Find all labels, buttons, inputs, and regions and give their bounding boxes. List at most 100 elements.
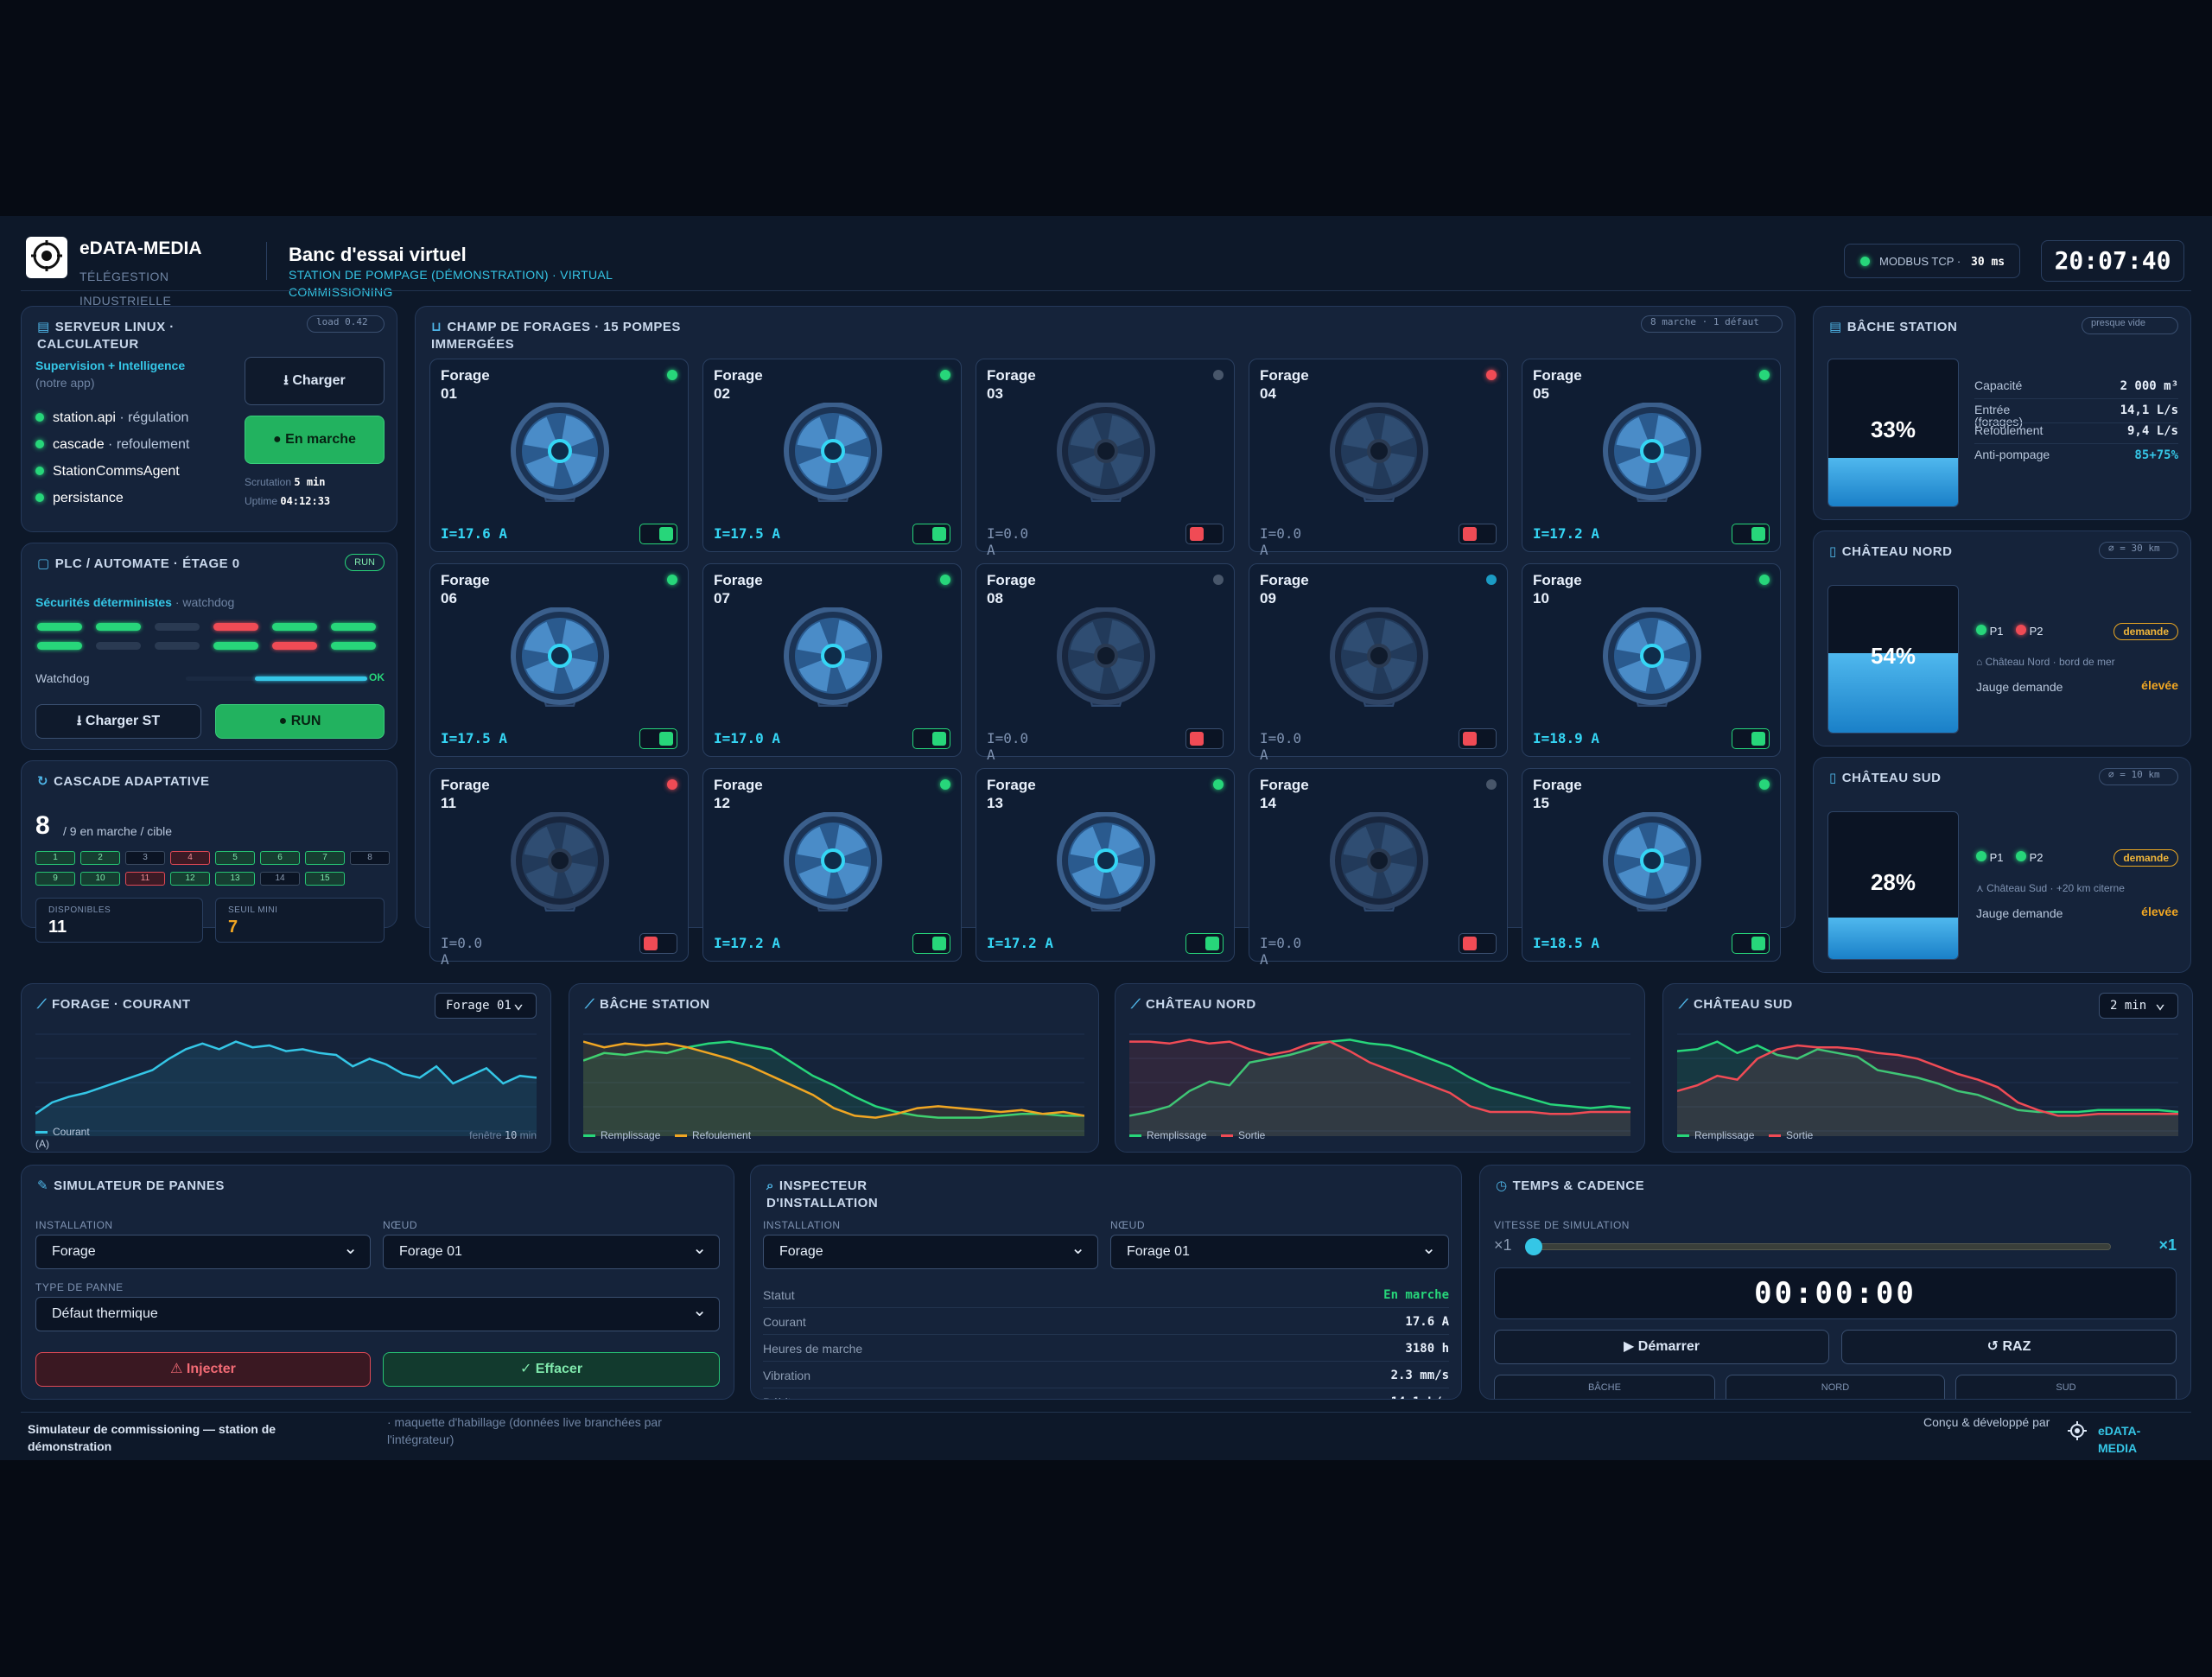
start-button[interactable]: ▶ Démarrer [1494,1330,1829,1364]
pump-toggle[interactable] [1732,524,1770,544]
chart-title-wrap: ⟋ FORAGE · COURANT [37,996,210,1013]
pump-toggle[interactable] [639,524,677,544]
pump-fan-icon [784,403,882,502]
plc-led [331,642,376,650]
speed-slider-track[interactable] [1532,1243,2111,1250]
clear-button[interactable]: ✓ Effacer [383,1352,720,1387]
pump-toggle[interactable] [639,933,677,954]
pump-card[interactable]: Forage 02 I=17.5 A [702,359,962,552]
sud-title: CHÂTEAU SUD [1841,771,1942,785]
pump-card[interactable]: Forage 05 I=17.2 A [1522,359,1781,552]
tab-bache[interactable]: BÂCHE [1494,1375,1715,1399]
pump-name: Forage 09 [1260,572,1309,607]
pump-current: I=0.0 A [1260,730,1302,763]
fault-node-select[interactable]: Forage 01 [383,1232,720,1269]
cascade-cell: 13 [215,872,255,886]
pump-card[interactable]: Forage 13 I=17.2 A [976,768,1235,962]
fault-installation-select[interactable]: Forage [35,1232,371,1269]
pump-toggle[interactable] [1459,933,1497,954]
pump-card[interactable]: Forage 09 I=0.0 A [1249,563,1508,763]
pump-card[interactable]: Forage 12 I=17.2 A [702,768,962,962]
fault-title: SIMULATEUR DE PANNES [54,1178,225,1193]
pump-current: I=0.0 A [441,935,483,968]
chart-title-wrap: ⟋ BÂCHE STATION [585,996,758,1013]
reset-button[interactable]: ↺ RAZ [1841,1330,2177,1364]
chateau-nord-panel: ▯ CHÂTEAU NORD ⌀ = 30 km 54% P1 P2 demand… [1813,530,2191,746]
pump-grid: Forage 01 I=17.6 A Forage 02 I=17.5 A Forage… [429,359,1786,968]
service-row: station.api · régulation [35,410,188,426]
pump-toggle[interactable] [1459,524,1497,544]
inject-button[interactable]: ⚠ Injecter [35,1352,371,1387]
chart-icon: ⟋ [585,997,595,1012]
pump-card[interactable]: Forage 01 I=17.6 A [429,359,689,552]
speed-value: ×1 [2158,1236,2177,1254]
tab-sud[interactable]: SUD [1955,1375,2177,1399]
trend-chart [35,1033,537,1136]
pump-toggle[interactable] [1732,728,1770,749]
pump-icon: ⊔ [431,320,442,334]
cascade-cell: 1 [35,851,75,865]
pump-status-dot [940,370,950,380]
bache-gauge: 33% [1827,359,1959,507]
legend-label: Remplissage [1694,1129,1755,1141]
speed-slider-thumb[interactable] [1525,1238,1542,1255]
pump-toggle[interactable] [1185,524,1224,544]
speed-min: ×1 [1494,1236,1512,1254]
pump-card[interactable]: Forage 04 I=0.0 A [1249,359,1508,558]
server-run-button[interactable]: ● En marche [245,416,385,464]
pump-fan-icon [1603,812,1701,912]
modbus-latency: 30 ms [1971,256,2005,269]
pump-toggle[interactable] [912,728,950,749]
pump-name: Forage 01 [441,367,490,402]
fault-type-select[interactable]: Défaut thermique [35,1294,720,1331]
server-uptime: Uptime 04:12:33 [245,495,330,507]
legend-label: Sortie [1786,1129,1814,1141]
pump-card[interactable]: Forage 14 I=0.0 A [1249,768,1508,968]
pump-toggle-knob [644,937,658,950]
pump-card[interactable]: Forage 07 I=17.0 A [702,563,962,757]
chart-legend-item: Refoulement [675,1129,751,1141]
pump-current: I=17.2 A [1533,525,1600,542]
trend-chart-panel: ⟋ BÂCHE STATION Remplissage Refoulement [569,983,1099,1153]
footer-brand: eDATA-MEDIA [2098,1424,2141,1455]
plc-run-button[interactable]: ● RUN [215,704,385,739]
location-icon: ⋏ [1976,882,1984,894]
pump-toggle[interactable] [1185,933,1224,954]
pump-toggle[interactable] [639,728,677,749]
pump-toggle[interactable] [1732,933,1770,954]
pump-fan-icon [784,607,882,707]
pump-fan-icon [1330,812,1428,912]
field-status-badge: 8 marche · 1 défaut [1641,315,1783,333]
inspector-row: Courant 17.6 A [763,1308,1449,1335]
pump-status-dot [940,575,950,585]
pump-current: I=0.0 A [987,525,1029,558]
pump-card[interactable]: Forage 10 I=18.9 A [1522,563,1781,757]
plc-load-button[interactable]: ⭳ Charger ST [35,704,201,739]
server-load-button[interactable]: ⭳ Charger [245,357,385,405]
pump-card[interactable]: Forage 15 I=18.5 A [1522,768,1781,962]
pump-card[interactable]: Forage 06 I=17.5 A [429,563,689,757]
trend-chart-panel: ⟋ CHÂTEAU NORD Remplissage Sortie [1115,983,1645,1153]
chart-range-select[interactable]: Forage 01 [435,990,537,1019]
pump-name: Forage 10 [1533,572,1582,607]
pump-toggle[interactable] [912,524,950,544]
pump-card[interactable]: Forage 03 I=0.0 A [976,359,1235,558]
service-row: cascade · refoulement [35,437,189,453]
tower-icon: ▯ [1829,544,1837,559]
legend-swatch [583,1134,595,1138]
inspector-installation-select[interactable]: Forage [763,1232,1098,1269]
inspector-node-select[interactable]: Forage 01 [1110,1232,1449,1269]
pump-toggle[interactable] [912,933,950,954]
tab-nord[interactable]: NORD [1726,1375,1945,1399]
pump-toggle[interactable] [1459,728,1497,749]
inspector-row-label: Débit [763,1395,791,1399]
pump-toggle[interactable] [1185,728,1224,749]
plc-led [155,623,200,631]
cascade-cell: 9 [35,872,75,886]
chart-range-select[interactable]: 2 min [2099,990,2178,1019]
pump-card[interactable]: Forage 08 I=0.0 A [976,563,1235,763]
trend-chart [1129,1033,1630,1136]
cascade-panel: ↻ CASCADE ADAPTATIVE 8 / 9 en marche / ci… [21,760,397,943]
pump-card[interactable]: Forage 11 I=0.0 A [429,768,689,968]
pump-status-dot [1486,575,1497,585]
